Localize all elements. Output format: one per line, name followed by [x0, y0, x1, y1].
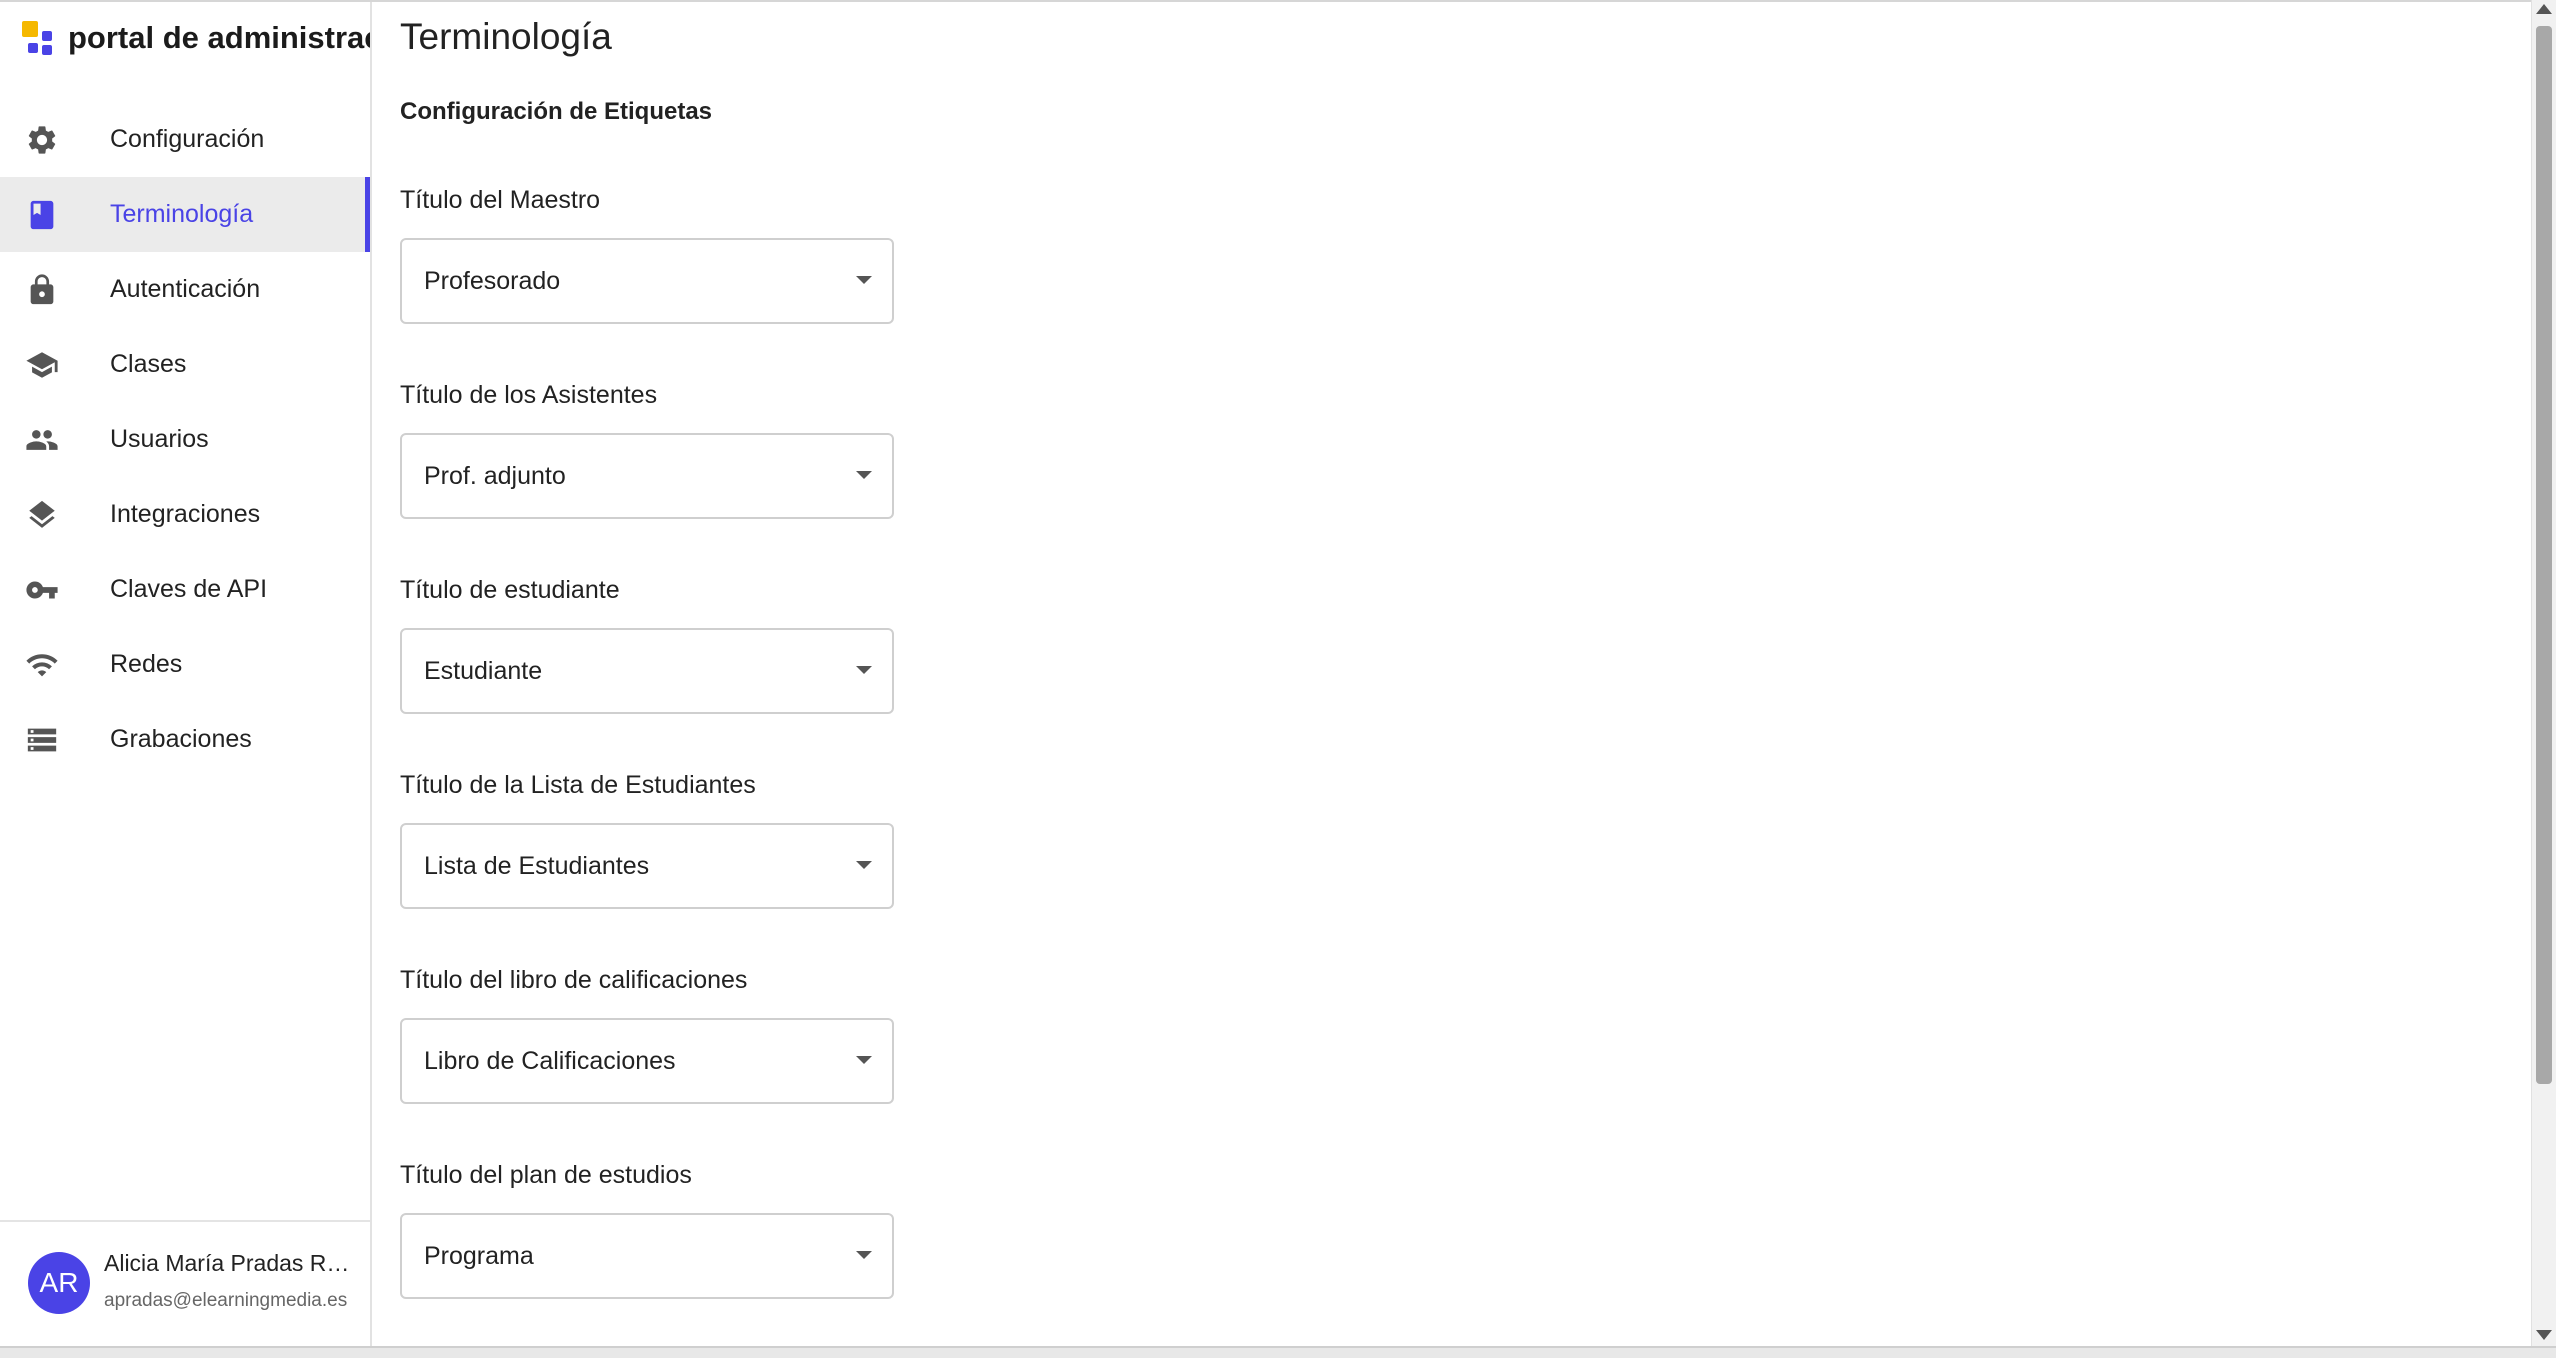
field-assistant-title: Título de los Asistentes Prof. adjunto: [400, 377, 894, 519]
brand[interactable]: portal de administraci: [22, 16, 372, 60]
field-student-title: Título de estudiante Estudiante: [400, 572, 894, 714]
field-syllabus-title: Título del plan de estudios Programa: [400, 1157, 894, 1299]
caret-down-icon: [856, 1056, 872, 1064]
caret-down-icon: [856, 1251, 872, 1259]
page-title: Terminología: [400, 16, 612, 57]
list-icon: [24, 724, 60, 756]
select-value: Libro de Calificaciones: [424, 1047, 676, 1075]
sidebar-item-grabaciones[interactable]: Grabaciones: [0, 702, 370, 777]
section-title: Configuración de Etiquetas: [400, 98, 713, 125]
lock-icon: [24, 274, 60, 306]
bottom-border: [0, 1346, 2556, 1358]
sidebar-item-integraciones[interactable]: Integraciones: [0, 477, 370, 552]
field-label: Título del Maestro: [400, 186, 601, 214]
gear-icon: [24, 124, 60, 156]
layers-icon: [24, 499, 60, 531]
sidebar: portal de administraci Configuración Ter…: [0, 2, 372, 1346]
scroll-up-arrow-icon[interactable]: [2536, 4, 2552, 14]
sidebar-item-clases[interactable]: Clases: [0, 327, 370, 402]
main-content: Terminología Configuración de Etiquetas …: [400, 2, 2520, 1346]
select-value: Estudiante: [424, 657, 543, 685]
sidebar-item-usuarios[interactable]: Usuarios: [0, 402, 370, 477]
avatar: AR: [28, 1252, 90, 1314]
wifi-icon: [24, 649, 60, 681]
sidebar-item-label: Terminología: [110, 200, 254, 228]
assistant-title-select[interactable]: Prof. adjunto: [400, 433, 894, 519]
teacher-title-select[interactable]: Profesorado: [400, 238, 894, 324]
caret-down-icon: [856, 471, 872, 479]
vertical-scrollbar[interactable]: [2531, 0, 2556, 1346]
sidebar-item-claves-api[interactable]: Claves de API: [0, 552, 370, 627]
people-icon: [24, 424, 60, 456]
sidebar-item-configuracion[interactable]: Configuración: [0, 102, 370, 177]
caret-down-icon: [856, 276, 872, 284]
field-teacher-title: Título del Maestro Profesorado: [400, 182, 894, 324]
caret-down-icon: [856, 861, 872, 869]
roster-title-select[interactable]: Lista de Estudiantes: [400, 823, 894, 909]
field-label: Título del plan de estudios: [400, 1161, 692, 1189]
field-label: Título de la Lista de Estudiantes: [400, 771, 756, 799]
sidebar-item-label: Integraciones: [110, 500, 261, 528]
key-icon: [24, 574, 60, 606]
sidebar-item-autenticacion[interactable]: Autenticación: [0, 252, 370, 327]
scroll-down-arrow-icon[interactable]: [2536, 1330, 2552, 1340]
brand-logo: [22, 21, 56, 55]
caret-down-icon: [856, 666, 872, 674]
syllabus-title-select[interactable]: Programa: [400, 1213, 894, 1299]
field-label: Título de los Asistentes: [400, 381, 658, 409]
sidebar-item-label: Configuración: [110, 125, 265, 153]
sidebar-item-redes[interactable]: Redes: [0, 627, 370, 702]
sidebar-item-label: Usuarios: [110, 425, 209, 453]
field-roster-title: Título de la Lista de Estudiantes Lista …: [400, 767, 894, 909]
scrollbar-thumb[interactable]: [2536, 26, 2552, 1084]
sidebar-item-label: Claves de API: [110, 575, 268, 603]
user-email: apradas@elearningmedia.es: [104, 1290, 348, 1311]
field-gradebook-title: Título del libro de calificaciones Libro…: [400, 962, 894, 1104]
sidebar-item-label: Autenticación: [110, 275, 261, 303]
sidebar-nav: Configuración Terminología Autenticación…: [0, 102, 370, 777]
sidebar-item-terminologia[interactable]: Terminología: [0, 177, 370, 252]
book-icon: [24, 199, 60, 231]
select-value: Profesorado: [424, 267, 561, 295]
sidebar-item-label: Clases: [110, 350, 187, 378]
user-profile[interactable]: AR Alicia María Pradas Ro... apradas@ele…: [0, 1220, 370, 1346]
graduation-cap-icon: [24, 349, 60, 381]
select-value: Programa: [424, 1242, 534, 1270]
sidebar-item-label: Redes: [110, 650, 183, 678]
select-value: Prof. adjunto: [424, 462, 566, 490]
gradebook-title-select[interactable]: Libro de Calificaciones: [400, 1018, 894, 1104]
field-label: Título de estudiante: [400, 576, 620, 604]
brand-name: portal de administraci: [68, 20, 372, 55]
select-value: Lista de Estudiantes: [424, 852, 650, 880]
field-label: Título del libro de calificaciones: [400, 966, 748, 994]
student-title-select[interactable]: Estudiante: [400, 628, 894, 714]
sidebar-item-label: Grabaciones: [110, 725, 252, 753]
user-name: Alicia María Pradas Ro...: [104, 1250, 354, 1276]
